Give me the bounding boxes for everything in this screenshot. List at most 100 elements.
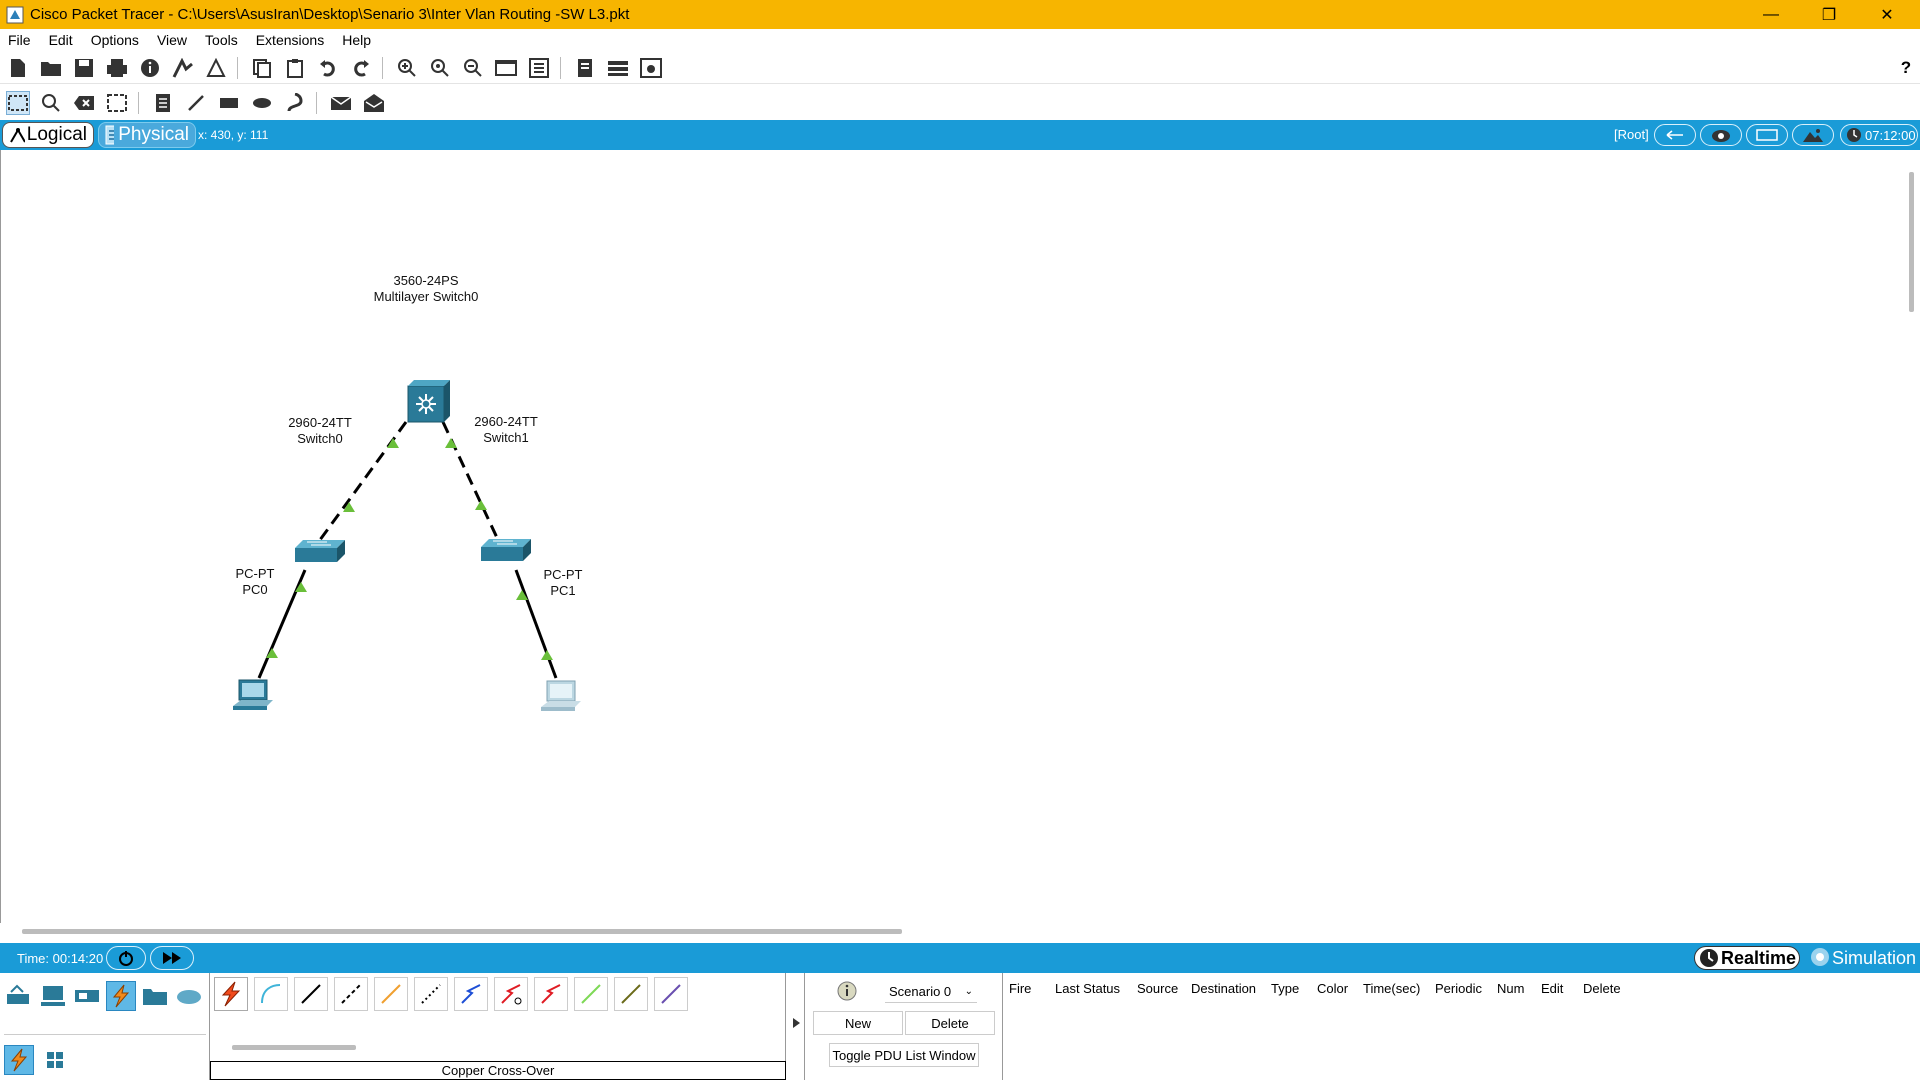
zoom-in-icon[interactable] <box>395 56 419 80</box>
device-search-field[interactable] <box>4 1015 206 1035</box>
cluster-view-button[interactable] <box>1700 124 1742 146</box>
vertical-scrollbar[interactable] <box>1904 150 1920 923</box>
tab-physical[interactable]: Physical <box>98 122 196 148</box>
info-icon[interactable] <box>138 56 162 80</box>
copper-crossover-button[interactable] <box>334 977 368 1011</box>
open-folder-icon[interactable] <box>39 56 63 80</box>
cursor-coordinates: x: 430, y: 111 <box>198 128 269 142</box>
console-cable-button[interactable] <box>254 977 288 1011</box>
connections-category[interactable] <box>106 981 136 1011</box>
rectangle-icon[interactable] <box>217 91 241 115</box>
auto-connection-button[interactable] <box>214 977 248 1011</box>
multilayer-switch-icon[interactable] <box>407 380 450 423</box>
components-category[interactable] <box>72 981 102 1011</box>
root-breadcrumb[interactable]: [Root] <box>1614 127 1649 142</box>
menu-help[interactable]: Help <box>342 32 371 48</box>
scroll-thumb[interactable] <box>22 929 902 934</box>
menu-view[interactable]: View <box>157 32 187 48</box>
delete-scenario-button[interactable]: Delete <box>905 1011 995 1035</box>
horizontal-scrollbar[interactable] <box>0 923 1904 939</box>
resize-icon[interactable] <box>105 91 129 115</box>
toolbar-separator <box>382 56 383 79</box>
menu-edit[interactable]: Edit <box>49 32 73 48</box>
expand-arrow-icon[interactable] <box>793 1018 800 1028</box>
network-devices-category[interactable] <box>4 981 34 1011</box>
pc-icon[interactable] <box>541 680 581 711</box>
iot-cable-button[interactable] <box>614 977 648 1011</box>
cluster-icon[interactable] <box>573 56 597 80</box>
inspect-icon[interactable] <box>39 91 63 115</box>
view-toggle-icon[interactable] <box>606 56 630 80</box>
complex-pdu-icon[interactable] <box>362 91 386 115</box>
fiber-button[interactable] <box>374 977 408 1011</box>
misc-category[interactable] <box>140 981 170 1011</box>
toolbar-separator <box>138 92 139 114</box>
restore-icon[interactable]: ❐ <box>1800 0 1858 29</box>
redo-icon[interactable] <box>349 56 373 80</box>
menu-file[interactable]: File <box>8 32 31 48</box>
switch-icon[interactable] <box>295 540 345 562</box>
switch-icon[interactable] <box>481 539 531 561</box>
serial-dce-button[interactable] <box>494 977 528 1011</box>
drawing-palette-icon[interactable] <box>494 56 518 80</box>
custom-devices-icon[interactable] <box>527 56 551 80</box>
connections-scrollbar[interactable] <box>232 1045 356 1050</box>
menu-extensions[interactable]: Extensions <box>256 32 324 48</box>
background-button[interactable] <box>1792 124 1834 146</box>
close-icon[interactable]: ✕ <box>1858 0 1916 29</box>
save-icon[interactable] <box>72 56 96 80</box>
logical-workspace[interactable]: 3560-24PS Multilayer Switch0 2960-24TT S… <box>0 150 1904 923</box>
new-scenario-button[interactable]: New <box>813 1011 903 1035</box>
phone-cable-button[interactable] <box>414 977 448 1011</box>
tab-logical[interactable]: Logical <box>2 122 94 148</box>
zoom-reset-icon[interactable] <box>428 56 452 80</box>
serial-dte-button[interactable] <box>534 977 568 1011</box>
copy-icon[interactable] <box>250 56 274 80</box>
menu-options[interactable]: Options <box>91 32 139 48</box>
realtime-mode-button[interactable]: Realtime <box>1694 946 1800 970</box>
note-icon[interactable] <box>151 91 175 115</box>
minimize-icon[interactable]: — <box>1742 0 1800 29</box>
zoom-out-icon[interactable] <box>461 56 485 80</box>
pdu-col-last-status: Last Status <box>1055 981 1121 996</box>
line-icon[interactable] <box>184 91 208 115</box>
octal-cable-button[interactable] <box>574 977 608 1011</box>
delete-icon[interactable] <box>72 91 96 115</box>
help-icon[interactable]: ? <box>1894 56 1918 80</box>
back-button[interactable] <box>1654 124 1696 146</box>
network-info-icon[interactable] <box>204 56 228 80</box>
coaxial-button[interactable] <box>454 977 488 1011</box>
pdu-col-periodic: Periodic <box>1435 981 1482 996</box>
paste-icon[interactable] <box>283 56 307 80</box>
viewport-button[interactable] <box>1746 124 1788 146</box>
usb-cable-button[interactable] <box>654 977 688 1011</box>
undo-icon[interactable] <box>316 56 340 80</box>
multiuser-category[interactable] <box>174 981 204 1011</box>
select-icon[interactable] <box>6 91 30 115</box>
scenario-info-icon[interactable] <box>837 981 857 1001</box>
menu-tools[interactable]: Tools <box>205 32 238 48</box>
new-file-icon[interactable] <box>6 56 30 80</box>
pc-icon[interactable] <box>233 679 273 710</box>
phone-cable-icon <box>421 984 441 1004</box>
ellipse-icon[interactable] <box>250 91 274 115</box>
power-cycle-button[interactable] <box>106 946 146 970</box>
connections-subcategory[interactable] <box>4 1045 34 1075</box>
landscape-icon <box>1803 129 1823 142</box>
simple-pdu-icon[interactable] <box>329 91 353 115</box>
copper-straight-button[interactable] <box>294 977 328 1011</box>
activity-wizard-icon[interactable] <box>171 56 195 80</box>
fast-forward-button[interactable] <box>150 946 194 970</box>
copper-straight-icon <box>301 984 321 1004</box>
print-icon[interactable] <box>105 56 129 80</box>
clock-display[interactable]: 07:12:00 <box>1840 124 1918 146</box>
scenario-select[interactable]: Scenario 0 ⌄ <box>885 981 977 1003</box>
end-devices-category[interactable] <box>38 981 68 1011</box>
simulation-mode-button[interactable]: Simulation <box>1806 946 1918 970</box>
screenshot-icon[interactable] <box>639 56 663 80</box>
freeform-icon[interactable] <box>283 91 307 115</box>
logical-icon <box>10 128 25 143</box>
grid-view-button[interactable] <box>40 1045 70 1075</box>
scroll-thumb[interactable] <box>1909 172 1914 312</box>
toggle-pdu-list-button[interactable]: Toggle PDU List Window <box>829 1043 979 1067</box>
